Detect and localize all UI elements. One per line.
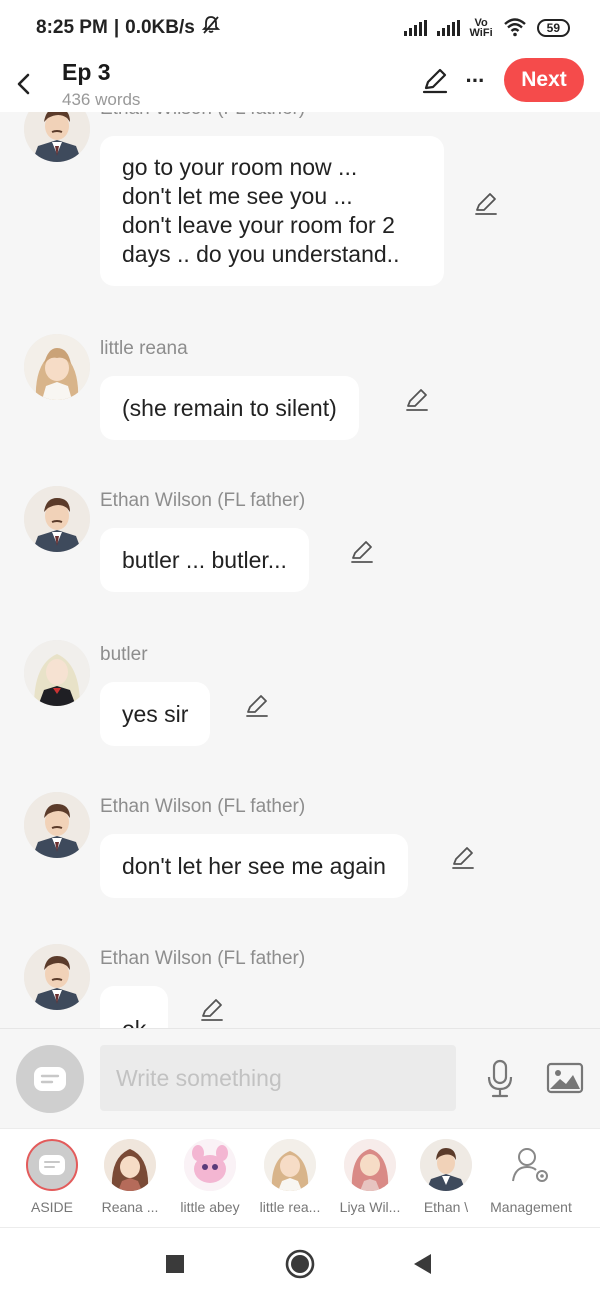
edit-episode-button[interactable] [418, 64, 452, 98]
ethan-avatar[interactable] [24, 486, 90, 552]
vowifi-label: Vo WiFi [469, 17, 493, 39]
reana-avatar [104, 1139, 156, 1191]
dialogue-line: don't leave your room for 2 [122, 212, 395, 238]
edit-message-button[interactable] [403, 386, 431, 414]
character-management[interactable]: Management [485, 1139, 577, 1215]
character-label: Management [490, 1199, 572, 1215]
back-nav-button[interactable] [406, 1248, 438, 1280]
little-abey-avatar [184, 1139, 236, 1191]
dialogue-line: days .. do you understand.. [122, 241, 400, 267]
speaker-name: little reana [100, 338, 188, 359]
ethan-avatar [420, 1139, 472, 1191]
aside-toggle-button[interactable] [16, 1045, 84, 1113]
battery-indicator: 59 [536, 19, 570, 37]
more-icon: ··· [465, 68, 486, 93]
edit-message-button[interactable] [472, 190, 500, 218]
pencil-icon [246, 695, 268, 717]
dialogue-bubble[interactable]: ok [100, 986, 169, 1028]
character-selector: ASIDE Reana ... little abey little rea..… [0, 1128, 600, 1228]
liya-wilson-avatar [344, 1139, 396, 1191]
signal-icon-2 [436, 20, 460, 36]
composer-bar [0, 1028, 600, 1128]
episode-title-block: Ep 3 436 words [62, 59, 140, 110]
status-time: 8:25 PM [36, 17, 108, 38]
wifi-icon [503, 17, 527, 40]
character-label: ASIDE [30, 1199, 73, 1215]
edit-message-button[interactable] [198, 996, 226, 1024]
character-ethan-wilson[interactable]: Ethan \ [407, 1139, 485, 1215]
character-label: Reana ... [101, 1199, 159, 1215]
speaker-name: Ethan Wilson (FL father) [100, 796, 306, 817]
image-icon [546, 1062, 584, 1094]
speaker-name: butler [100, 644, 148, 665]
speaker-name: Ethan Wilson (FL father) [100, 948, 306, 969]
status-bar: 8:25 PM | 0.0KB/s Vo WiFi 59 [0, 0, 600, 56]
dialogue-bubble[interactable]: butler ... butler... [100, 528, 309, 592]
pencil-icon [201, 999, 223, 1021]
aside-avatar [26, 1139, 78, 1191]
more-options-button[interactable]: ··· [458, 64, 492, 98]
edit-message-button[interactable] [243, 692, 271, 720]
ethan-avatar[interactable] [24, 944, 90, 1010]
home-circle-icon [285, 1249, 315, 1279]
dialogue-bubble[interactable]: go to your room now ... don't let me see… [100, 136, 444, 286]
insert-image-button[interactable] [546, 1061, 584, 1095]
voice-input-button[interactable] [482, 1059, 518, 1099]
status-net-speed: 0.0KB/s [125, 17, 195, 38]
word-count: 436 words [62, 89, 141, 109]
character-label: Ethan \ [423, 1199, 469, 1215]
editor-header: Ep 3 436 words ··· Next [0, 56, 600, 112]
dialogue-bubble[interactable]: (she remain to silent) [100, 376, 359, 440]
reana-avatar[interactable] [24, 334, 90, 400]
butler-avatar[interactable] [24, 640, 90, 706]
little-reana-avatar [264, 1139, 316, 1191]
speaker-name: Ethan Wilson (FL father) [100, 490, 306, 511]
mute-icon [201, 15, 221, 41]
aside-icon [34, 1067, 66, 1091]
pencil-icon [452, 847, 474, 869]
episode-title: Ep 3 [62, 58, 111, 85]
character-label: little rea... [259, 1199, 321, 1215]
character-liya-wilson[interactable]: Liya Wil... [331, 1139, 409, 1215]
back-button[interactable] [0, 60, 48, 108]
square-icon [166, 1255, 184, 1273]
pencil-icon [351, 541, 373, 563]
character-label: Liya Wil... [339, 1199, 401, 1215]
message-input[interactable] [100, 1045, 456, 1111]
microphone-icon [487, 1059, 513, 1098]
signal-icon [403, 20, 427, 36]
character-aside[interactable]: ASIDE [13, 1139, 91, 1215]
character-little-reana[interactable]: little rea... [251, 1139, 329, 1215]
ethan-avatar[interactable] [24, 792, 90, 858]
pencil-icon [475, 193, 497, 215]
dialogue-bubble[interactable]: don't let her see me again [100, 834, 408, 898]
character-little-abey[interactable]: little abey [171, 1139, 249, 1215]
chat-area[interactable]: Ethan Wilson (FL father) go to your room… [0, 112, 600, 1028]
edit-message-button[interactable] [348, 538, 376, 566]
edit-message-button[interactable] [449, 844, 477, 872]
management-icon [505, 1139, 557, 1191]
triangle-back-icon [414, 1254, 431, 1274]
next-button[interactable]: Next [504, 58, 584, 102]
system-nav-bar [0, 1228, 600, 1300]
pencil-icon [422, 68, 448, 94]
recents-button[interactable] [159, 1248, 191, 1280]
speaker-name: Ethan Wilson (FL father) [100, 112, 305, 120]
home-button[interactable] [284, 1248, 316, 1280]
dialogue-line: don't let me see you ... [122, 183, 353, 209]
character-label: little abey [180, 1199, 240, 1215]
dialogue-bubble[interactable]: yes sir [100, 682, 211, 746]
pencil-icon [406, 389, 428, 411]
dialogue-line: go to your room now ... [122, 154, 358, 180]
ethan-avatar[interactable] [24, 112, 90, 162]
character-reana[interactable]: Reana ... [91, 1139, 169, 1215]
chevron-left-icon [17, 73, 30, 95]
